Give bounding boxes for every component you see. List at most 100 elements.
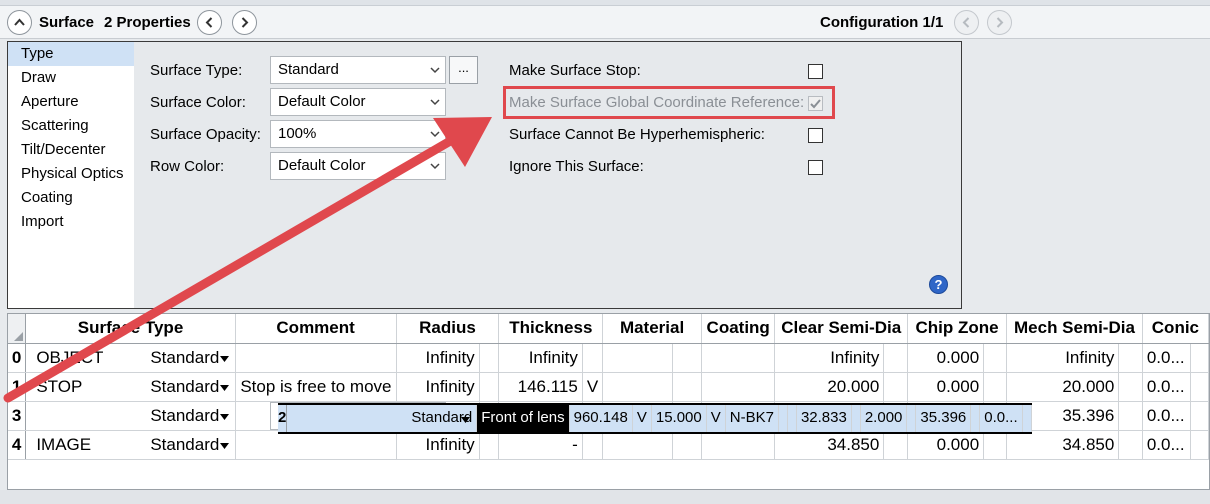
col-comment[interactable]: Comment [235, 314, 397, 344]
surface-color-select[interactable]: Default Color [270, 88, 446, 116]
collapse-button[interactable] [7, 10, 32, 35]
thickness-solve-cell[interactable]: V [582, 372, 604, 402]
dropdown-caret-icon[interactable] [219, 443, 229, 449]
col-conic[interactable]: Conic [1142, 314, 1210, 344]
material-solve-cell[interactable] [778, 402, 788, 434]
nav-item-scattering[interactable]: Scattering [8, 114, 134, 138]
row-color-select[interactable]: Default Color [270, 152, 446, 180]
table-row[interactable]: 2 Standard Front of lens 960.148 V 15.000 V N-B… [270, 401, 1032, 434]
material-cell[interactable]: N-BK7 [725, 402, 779, 434]
chip-solve-cell[interactable] [983, 430, 1008, 460]
radius-cell[interactable]: 960.148 [569, 402, 633, 434]
thickness-solve-cell[interactable] [582, 343, 604, 373]
thickness-cell[interactable]: 15.000 [651, 402, 707, 434]
coating-cell[interactable] [701, 343, 776, 373]
radius-cell[interactable]: Infinity [396, 343, 480, 373]
grid-corner[interactable] [8, 314, 27, 344]
chip-solve-cell[interactable] [983, 372, 1008, 402]
material-cell[interactable] [602, 372, 674, 402]
col-chip-zone[interactable]: Chip Zone [907, 314, 1008, 344]
row-number[interactable]: 0 [8, 343, 27, 373]
chip-solve-cell[interactable] [983, 343, 1008, 373]
col-radius[interactable]: Radius [396, 314, 500, 344]
col-thickness[interactable]: Thickness [498, 314, 604, 344]
next-surface-button[interactable] [232, 10, 257, 35]
nav-item-type[interactable]: Type [8, 42, 134, 66]
mech-solve-cell[interactable] [1118, 343, 1143, 373]
chip-zone-cell[interactable]: 0.000 [907, 430, 985, 460]
surface-type-select[interactable]: Standard [270, 56, 446, 84]
mech-semi-dia-cell[interactable]: 35.396 [915, 402, 972, 434]
dropdown-caret-icon[interactable] [219, 413, 229, 420]
mech-semi-dia-cell[interactable]: 20.000 [1006, 372, 1120, 402]
conic-solve-cell[interactable] [1190, 430, 1209, 460]
chip-zone-cell[interactable]: 2.000 [860, 402, 908, 434]
clear-solve-cell[interactable] [883, 430, 908, 460]
nav-item-aperture[interactable]: Aperture [8, 90, 134, 114]
comment-cell[interactable]: Stop is free to move [235, 372, 397, 402]
next-config-button[interactable] [987, 10, 1012, 35]
nav-item-draw[interactable]: Draw [8, 66, 134, 90]
thickness-solve-cell[interactable]: V [706, 402, 726, 434]
material-solve-cell[interactable] [672, 343, 702, 373]
conic-solve-cell[interactable] [1190, 372, 1209, 402]
conic-solve-cell[interactable] [1190, 401, 1209, 431]
help-icon[interactable]: ? [929, 275, 948, 294]
clear-semi-dia-cell[interactable]: 20.000 [774, 372, 885, 402]
radius-cell[interactable]: Infinity [396, 430, 480, 460]
conic-cell[interactable]: 0.0... [979, 402, 1023, 434]
prev-surface-button[interactable] [197, 10, 222, 35]
row-number[interactable]: 4 [8, 430, 27, 460]
coating-cell[interactable] [701, 372, 776, 402]
comment-cell[interactable] [235, 430, 397, 460]
nav-item-tilt-decenter[interactable]: Tilt/Decenter [8, 138, 134, 162]
coating-cell[interactable] [701, 430, 776, 460]
clear-solve-cell[interactable] [883, 372, 908, 402]
comment-cell[interactable] [235, 343, 397, 373]
conic-cell[interactable]: 0.0... [1142, 401, 1192, 431]
row-number[interactable]: 2 [278, 402, 288, 434]
radius-solve-cell[interactable]: V [632, 402, 652, 434]
ignore-surface-checkbox[interactable] [808, 160, 823, 175]
conic-solve-cell[interactable] [1190, 343, 1209, 373]
chip-zone-cell[interactable]: 0.000 [907, 372, 985, 402]
clear-solve-cell[interactable] [883, 343, 908, 373]
material-cell[interactable] [602, 430, 674, 460]
col-material[interactable]: Material [602, 314, 702, 344]
make-stop-checkbox[interactable] [808, 64, 823, 79]
surface-type-cell[interactable]: Standard [286, 402, 478, 434]
mech-solve-cell[interactable] [970, 402, 981, 434]
col-mech-semi-dia[interactable]: Mech Semi-Dia [1006, 314, 1143, 344]
radius-solve-cell[interactable] [479, 430, 500, 460]
surface-type-cell[interactable]: STOP Standard [25, 372, 236, 402]
surface-type-cell[interactable]: Standard [25, 401, 236, 431]
row-number[interactable]: 1 [8, 372, 27, 402]
surface-type-options-button[interactable]: ... [449, 56, 478, 84]
clear-semi-dia-cell[interactable]: 34.850 [774, 430, 885, 460]
nav-item-coating[interactable]: Coating [8, 186, 134, 210]
nav-item-physical-optics[interactable]: Physical Optics [8, 162, 134, 186]
dropdown-caret-icon[interactable] [219, 355, 229, 362]
coating-cell[interactable] [787, 402, 797, 434]
mech-semi-dia-cell[interactable]: 34.850 [1006, 430, 1120, 460]
chip-zone-cell[interactable]: 0.000 [907, 343, 985, 373]
radius-solve-cell[interactable] [479, 343, 500, 373]
surface-opacity-select[interactable]: 100% [270, 120, 446, 148]
mech-solve-cell[interactable] [1118, 372, 1143, 402]
conic-solve-cell[interactable] [1022, 402, 1032, 434]
surface-type-cell[interactable]: OBJECT Standard [25, 343, 236, 373]
radius-cell[interactable]: Infinity [396, 372, 480, 402]
dropdown-caret-icon[interactable] [461, 416, 471, 423]
col-coating[interactable]: Coating [701, 314, 776, 344]
mech-solve-cell[interactable] [1118, 401, 1143, 431]
radius-solve-cell[interactable] [479, 372, 500, 402]
comment-cell[interactable]: Front of lens [476, 402, 570, 434]
table-row[interactable]: 4 IMAGE Standard Infinity - 34.850 0.000 34.850… [8, 430, 1209, 460]
material-solve-cell[interactable] [672, 372, 702, 402]
hyperhemispheric-checkbox[interactable] [808, 128, 823, 143]
thickness-cell[interactable]: - [498, 430, 583, 460]
table-row[interactable]: 1 STOP Standard Stop is free to move Infinit… [8, 372, 1209, 402]
conic-cell[interactable]: 0.0... [1142, 343, 1192, 373]
surface-type-cell[interactable]: IMAGE Standard [25, 430, 236, 460]
col-clear-semi-dia[interactable]: Clear Semi-Dia [774, 314, 908, 344]
